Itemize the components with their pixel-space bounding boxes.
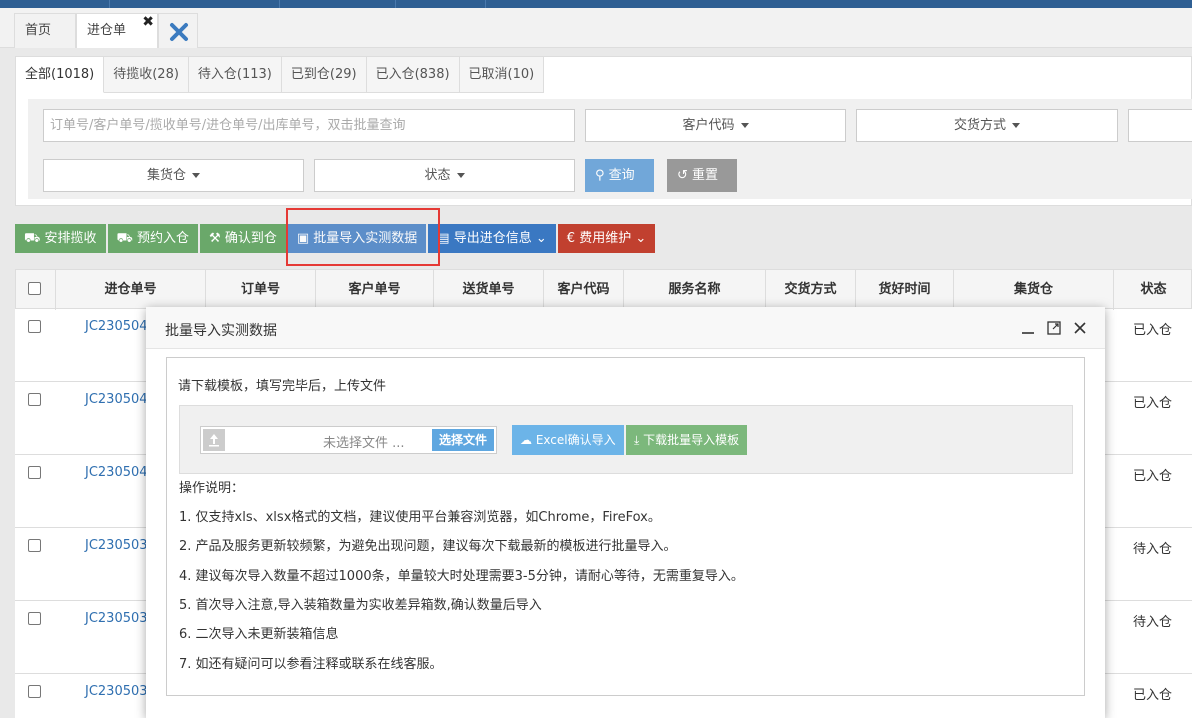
row-status: 待入仓 xyxy=(1133,615,1173,630)
extra-filter-select[interactable] xyxy=(1128,109,1192,142)
euro-icon: € xyxy=(566,231,576,246)
col-status[interactable]: 状态 xyxy=(1114,270,1192,310)
instruction-item: 2. 产品及服务更新较频繁，为避免出现问题，建议每次下载最新的模板进行批量导入。 xyxy=(179,539,677,554)
upload-icon xyxy=(203,429,225,451)
instruction-item: 6. 二次导入未更新装箱信息 xyxy=(179,627,339,642)
col-customer-code[interactable]: 客户代码 xyxy=(544,270,624,310)
download-icon: ⤓ xyxy=(634,433,640,447)
delivery-method-select[interactable]: 交货方式 xyxy=(856,109,1118,142)
status-tabs: 全部(1018) 待揽收(28) 待入仓(113) 已到仓(29) 已入仓(83… xyxy=(16,57,545,93)
caret-down-icon xyxy=(1012,123,1020,128)
row-status: 已入仓 xyxy=(1133,469,1173,484)
instruction-item: 7. 如还有疑问可以参看注释或联系在线客服。 xyxy=(179,657,443,672)
col-delivery-method[interactable]: 交货方式 xyxy=(766,270,856,310)
close-icon[interactable] xyxy=(1072,320,1088,336)
file-input[interactable]: 未选择文件 ... 选择文件 xyxy=(200,426,497,454)
status-tab-pending-pickup[interactable]: 待揽收(28) xyxy=(104,57,189,93)
top-header-bar xyxy=(0,0,1192,8)
truck-icon: ⛟ xyxy=(24,231,41,246)
row-status: 已入仓 xyxy=(1133,323,1173,338)
col-customer-no[interactable]: 客户单号 xyxy=(316,270,434,310)
customer-code-select[interactable]: 客户代码 xyxy=(585,109,846,142)
col-delivery-no[interactable]: 送货单号 xyxy=(434,270,544,310)
fee-maintenance-button[interactable]: € 费用维护 ⌄ xyxy=(557,224,656,253)
row-checkbox[interactable] xyxy=(28,393,41,406)
close-all-tabs-button[interactable] xyxy=(158,13,198,48)
gavel-icon: ⚒ xyxy=(209,231,221,246)
status-tab-stored[interactable]: 已入仓(838) xyxy=(366,57,460,93)
warehouse-select[interactable]: 集货仓 xyxy=(43,159,304,192)
arrange-pickup-button[interactable]: ⛟ 安排揽收 xyxy=(15,224,106,253)
upload-area: 未选择文件 ... 选择文件 ☁ Excel确认导入 ⤓ 下载批量导入模板 xyxy=(179,405,1073,474)
download-template-button[interactable]: ⤓ 下载批量导入模板 xyxy=(626,425,748,455)
chevron-down-icon: ⌄ xyxy=(535,231,547,246)
filter-panel: 全部(1018) 待揽收(28) 待入仓(113) 已到仓(29) 已入仓(83… xyxy=(15,56,1192,206)
excel-import-button[interactable]: ☁ Excel确认导入 xyxy=(512,425,624,455)
row-checkbox[interactable] xyxy=(28,320,41,333)
status-tab-all[interactable]: 全部(1018) xyxy=(16,57,105,93)
status-select[interactable]: 状态 xyxy=(314,159,575,192)
intro-text: 请下载模板，填写完毕后，上传文件 xyxy=(178,379,387,394)
select-file-button[interactable]: 选择文件 xyxy=(431,429,494,451)
refresh-icon: ↺ xyxy=(677,168,688,183)
chevron-down-icon: ⌄ xyxy=(635,231,647,246)
file-placeholder: 未选择文件 ... xyxy=(323,436,405,451)
status-tab-cancelled[interactable]: 已取消(10) xyxy=(459,57,545,93)
instructions-title: 操作说明： xyxy=(179,481,245,496)
tab-close-icon[interactable]: ✖ xyxy=(142,5,154,39)
page-tab-bar: 首页 进仓单 ✖ xyxy=(0,8,1192,48)
instruction-item: 4. 建议每次导入数量不超过1000条，单量较大时处理需要3-5分钟，请耐心等待… xyxy=(179,569,744,584)
page-tab-home[interactable]: 首页 xyxy=(14,13,76,48)
col-ready-time[interactable]: 货好时间 xyxy=(856,270,954,310)
reset-button[interactable]: ↺ 重置 xyxy=(667,159,737,192)
col-warehouse[interactable]: 集货仓 xyxy=(954,270,1114,310)
instruction-item: 5. 首次导入注意,导入装箱数量为实收差异箱数,确认数量后导入 xyxy=(179,598,542,613)
col-order-no[interactable]: 订单号 xyxy=(206,270,316,310)
table-header: 进仓单号 订单号 客户单号 送货单号 客户代码 服务名称 交货方式 货好时间 集… xyxy=(15,269,1192,310)
confirm-arrival-button[interactable]: ⚒ 确认到仓 xyxy=(200,224,286,253)
caret-down-icon xyxy=(456,173,465,178)
highlight-box xyxy=(286,208,440,266)
batch-import-dialog: 批量导入实测数据 请下载模板，填写完毕后，上传文件 未选择文件 ... 选择文件… xyxy=(146,307,1105,718)
filter-form: 订单号/客户单号/揽收单号/进仓单号/出库单号，双击批量查询 客户代码 交货方式… xyxy=(28,99,1192,199)
row-status: 待入仓 xyxy=(1133,542,1173,557)
row-checkbox[interactable] xyxy=(28,466,41,479)
book-warehouse-button[interactable]: ⛟ 预约入仓 xyxy=(107,224,199,253)
search-input[interactable]: 订单号/客户单号/揽收单号/进仓单号/出库单号，双击批量查询 xyxy=(43,109,575,142)
export-info-button[interactable]: ▤ 导出进仓信息 ⌄ xyxy=(428,224,556,253)
close-all-icon xyxy=(170,23,188,41)
dialog-body: 请下载模板，填写完毕后，上传文件 未选择文件 ... 选择文件 ☁ Excel确… xyxy=(166,357,1085,696)
col-inbound-no[interactable]: 进仓单号 xyxy=(56,270,206,310)
instruction-item: 1. 仅支持xls、xlsx格式的文档，建议使用平台兼容浏览器，如Chrome，… xyxy=(179,510,661,525)
page-tab-inbound[interactable]: 进仓单 ✖ xyxy=(76,13,158,48)
select-all-checkbox[interactable] xyxy=(28,282,41,295)
search-icon: ⚲ xyxy=(595,168,605,183)
minimize-icon[interactable] xyxy=(1020,320,1036,336)
caret-down-icon xyxy=(740,123,749,128)
status-tab-pending-storage[interactable]: 待入仓(113) xyxy=(188,57,282,93)
cloud-upload-icon: ☁ xyxy=(520,433,532,447)
status-tab-arrived[interactable]: 已到仓(29) xyxy=(281,57,367,93)
col-service-name[interactable]: 服务名称 xyxy=(624,270,766,310)
row-checkbox[interactable] xyxy=(28,685,41,698)
dialog-header: 批量导入实测数据 xyxy=(146,307,1105,349)
row-checkbox[interactable] xyxy=(28,539,41,552)
row-checkbox[interactable] xyxy=(28,612,41,625)
row-status: 已入仓 xyxy=(1133,688,1173,703)
caret-down-icon xyxy=(192,173,200,178)
truck-icon: ⛟ xyxy=(116,231,133,246)
maximize-icon[interactable] xyxy=(1046,320,1062,336)
dialog-title: 批量导入实测数据 xyxy=(165,323,277,339)
row-status: 已入仓 xyxy=(1133,396,1173,411)
query-button[interactable]: ⚲ 查询 xyxy=(585,159,654,192)
